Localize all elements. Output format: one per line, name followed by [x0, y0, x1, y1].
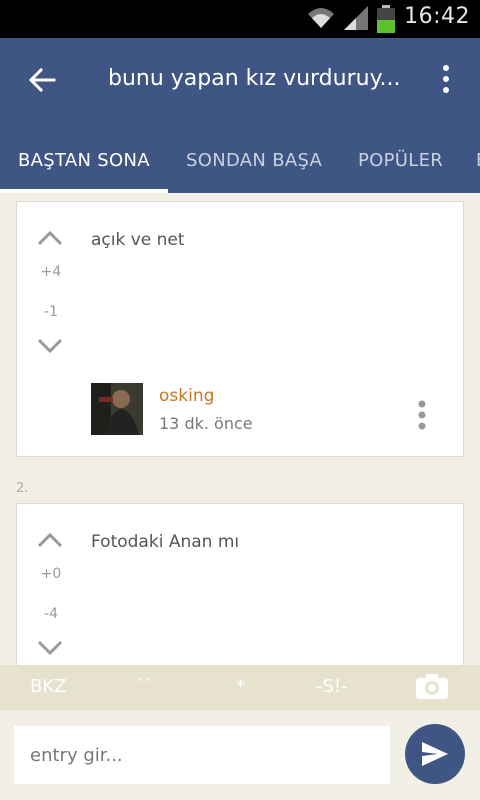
page-title: bunu yapan kız vurduruy...	[108, 66, 401, 91]
upvote-count: +0	[40, 566, 62, 582]
backtick-button[interactable]: ``	[136, 676, 154, 697]
status-time: 16:42	[404, 4, 470, 29]
format-toolbar: BKZ `` * -S!-	[0, 665, 480, 710]
tab-populer[interactable]: POPÜLER	[358, 150, 443, 171]
camera-icon[interactable]	[416, 673, 448, 699]
entry-text: açık ve net	[91, 230, 185, 250]
battery-icon	[377, 5, 395, 33]
downvote-icon[interactable]	[37, 338, 63, 354]
upvote-icon[interactable]	[37, 230, 63, 246]
tab-sondan-basa[interactable]: SONDAN BAŞA	[186, 150, 322, 171]
avatar[interactable]	[91, 383, 143, 435]
author-name[interactable]: osking	[159, 386, 214, 406]
tab-overflow[interactable]: B	[476, 150, 480, 171]
spoiler-button[interactable]: -S!-	[316, 676, 348, 697]
arrow-left-icon[interactable]	[28, 66, 56, 94]
upvote-count: +4	[40, 264, 62, 280]
entry-input[interactable]	[14, 726, 390, 784]
signal-icon	[344, 6, 368, 30]
downvote-icon[interactable]	[37, 640, 63, 656]
star-button[interactable]: *	[236, 676, 245, 697]
downvote-count: -4	[44, 606, 58, 622]
composer-bar	[0, 710, 480, 800]
tab-bastan-sona[interactable]: BAŞTAN SONA	[18, 150, 150, 171]
more-vert-icon[interactable]	[417, 400, 427, 430]
app-bar: bunu yapan kız vurduruy... BAŞTAN SONA S…	[0, 38, 480, 193]
send-button[interactable]	[405, 724, 465, 784]
tab-bar: BAŞTAN SONA SONDAN BAŞA POPÜLER B	[0, 132, 480, 193]
upvote-icon[interactable]	[37, 532, 63, 548]
send-icon	[422, 742, 448, 766]
status-bar: 16:42	[0, 0, 480, 38]
bkz-button[interactable]: BKZ	[30, 676, 66, 697]
downvote-count: -1	[44, 304, 58, 320]
entry-card: +4 -1 açık ve net osking 13 dk. önce	[16, 201, 464, 457]
more-vert-icon[interactable]	[434, 64, 458, 94]
entry-text: Fotodaki Anan mı	[91, 532, 240, 552]
wifi-icon	[308, 8, 334, 28]
entry-list[interactable]: +4 -1 açık ve net osking 13 dk. önce 2.	[0, 193, 480, 665]
entry-number: 2.	[16, 481, 29, 496]
entry-card: +0 -4 Fotodaki Anan mı	[16, 503, 464, 665]
entry-time: 13 dk. önce	[159, 414, 253, 433]
